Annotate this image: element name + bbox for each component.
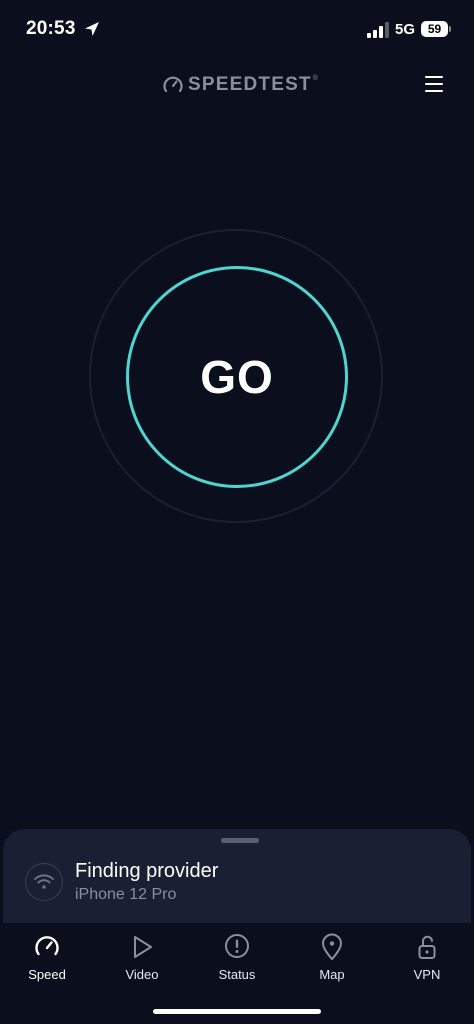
wifi-icon xyxy=(25,863,63,901)
status-bar: 20:53 5G 59 xyxy=(0,0,474,60)
speedometer-logo-icon xyxy=(163,76,183,93)
tab-map[interactable]: Map xyxy=(287,933,377,982)
provider-title: Finding provider xyxy=(75,860,219,882)
logo-trademark: ® xyxy=(312,75,318,82)
map-pin-icon xyxy=(322,933,342,960)
tab-video[interactable]: Video xyxy=(97,933,187,982)
tab-speed[interactable]: Speed xyxy=(2,933,92,982)
tab-vpn-label: VPN xyxy=(413,967,441,982)
unlock-icon xyxy=(418,935,436,959)
tab-video-label: Video xyxy=(125,967,159,982)
cellular-signal-icon xyxy=(367,22,389,38)
network-type: 5G xyxy=(395,21,416,38)
location-arrow-icon xyxy=(85,22,99,36)
battery-icon: 59 xyxy=(421,21,448,37)
logo-text: SPEEDTEST xyxy=(188,74,312,95)
go-label: GO xyxy=(200,351,274,403)
play-icon xyxy=(134,936,152,958)
tab-bar: Speed Video Status Map VPN xyxy=(0,923,474,1024)
tab-status-label: Status xyxy=(218,967,256,982)
speedometer-icon xyxy=(35,936,59,956)
battery-level: 59 xyxy=(427,22,442,36)
status-time: 20:53 xyxy=(26,18,76,39)
battery-tip xyxy=(449,26,451,32)
tab-map-label: Map xyxy=(319,967,345,982)
tab-speed-label: Speed xyxy=(28,967,66,982)
provider-device: iPhone 12 Pro xyxy=(75,886,177,903)
go-button[interactable]: GO xyxy=(126,266,348,488)
tab-vpn[interactable]: VPN xyxy=(382,933,472,982)
home-indicator[interactable] xyxy=(153,1009,321,1014)
alert-icon xyxy=(225,934,249,958)
tab-status[interactable]: Status xyxy=(192,933,282,982)
speedtest-logo: SPEEDTEST ® xyxy=(162,72,318,98)
speedtest-screen: 20:53 5G 59 SPEEDTEST ® GO Finding provi… xyxy=(0,0,474,1024)
hamburger-menu-icon[interactable] xyxy=(422,72,446,96)
sheet-drag-handle[interactable] xyxy=(221,838,259,843)
